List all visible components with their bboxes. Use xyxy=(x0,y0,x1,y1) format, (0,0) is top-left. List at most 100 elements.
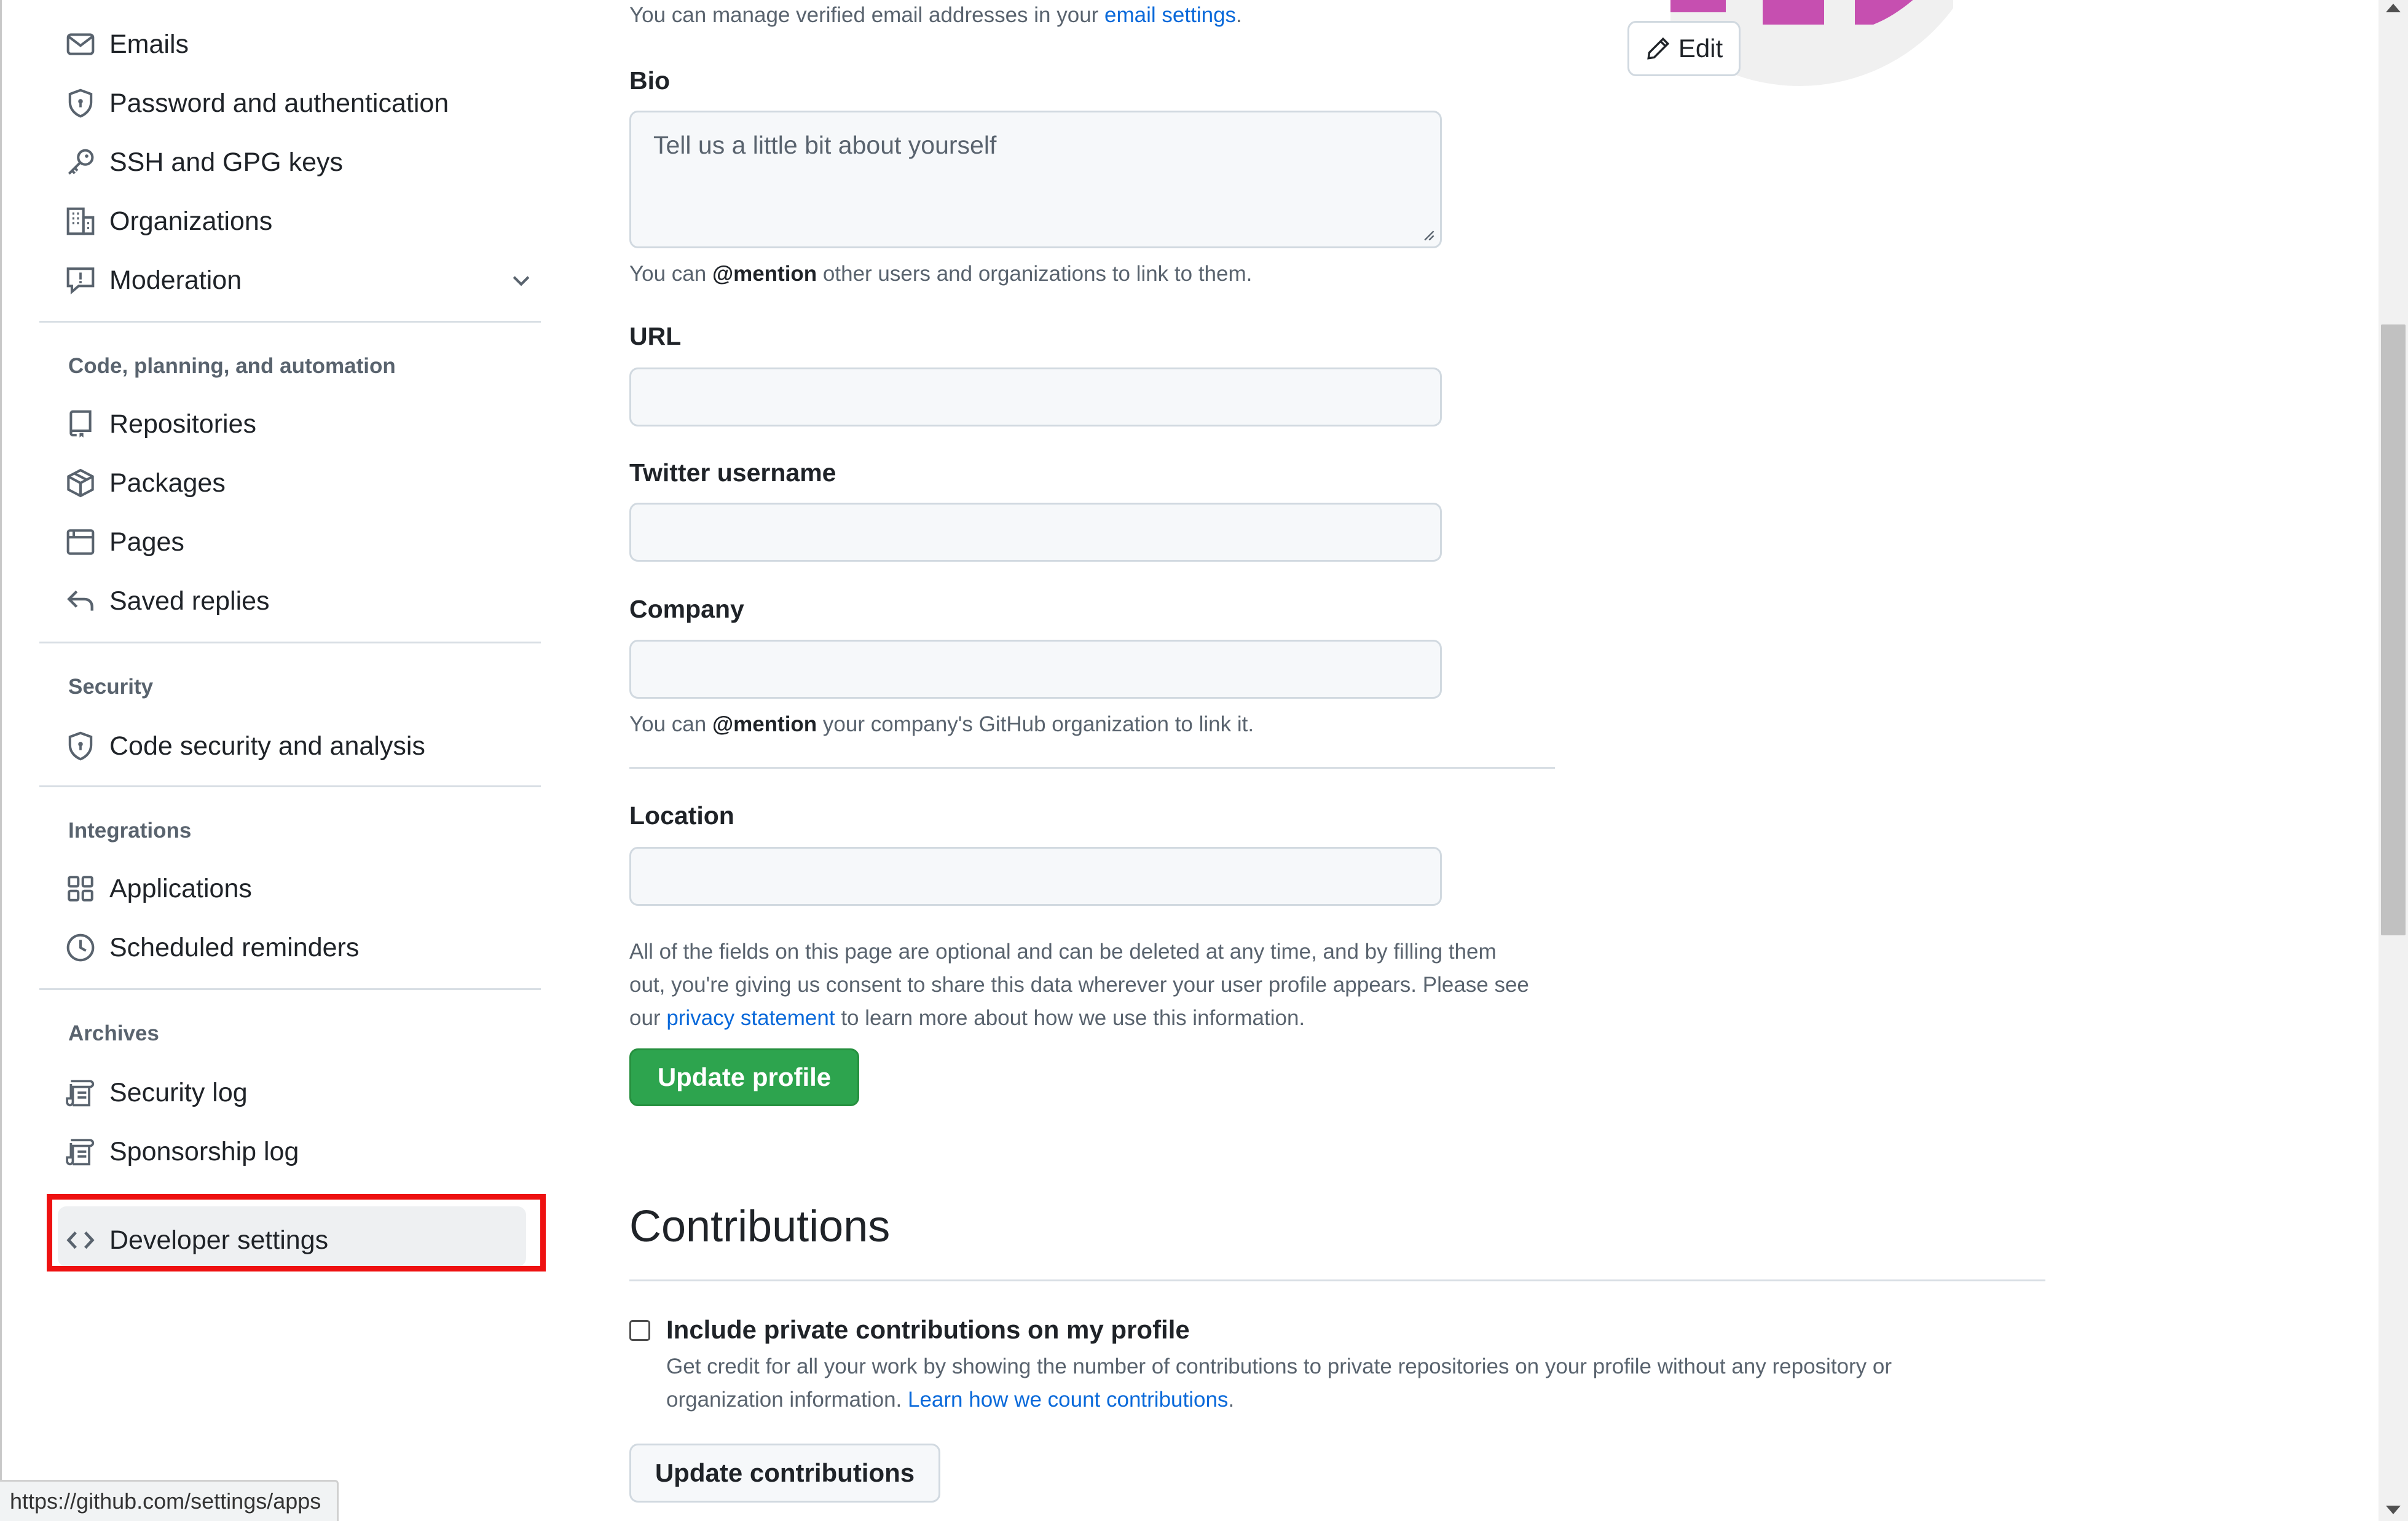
sidebar-section-title-security: Security xyxy=(68,675,154,699)
optional-fields-note: All of the fields on this page are optio… xyxy=(629,935,1564,1035)
scroll-down-arrow-icon[interactable] xyxy=(2386,1506,2401,1514)
sidebar-item-label: Saved replies xyxy=(109,586,270,616)
sidebar-item-saved-replies[interactable]: Saved replies xyxy=(64,576,543,626)
description-line: organization information. Learn how we c… xyxy=(666,1383,2080,1417)
sidebar-item-pages[interactable]: Pages xyxy=(64,517,543,567)
contributions-divider xyxy=(629,1279,2045,1281)
sidebar-item-label: Scheduled reminders xyxy=(109,932,360,962)
sidebar-item-label: Pages xyxy=(109,527,184,557)
profile-form: You can manage verified email addresses … xyxy=(629,0,2104,1521)
description-text: . xyxy=(1228,1388,1235,1412)
sidebar-item-label: Packages xyxy=(109,468,226,498)
url-label: URL xyxy=(629,322,682,350)
sidebar-item-password-authentication[interactable]: Password and authentication xyxy=(64,79,543,128)
description-text: organization information. xyxy=(666,1388,908,1412)
sidebar-item-moderation[interactable]: Moderation xyxy=(64,256,543,305)
sidebar-item-code-security[interactable]: Code security and analysis xyxy=(64,721,543,771)
note-text: to learn more about how we use this info… xyxy=(835,1006,1305,1030)
note-line: our privacy statement to learn more abou… xyxy=(629,1002,1564,1035)
report-icon xyxy=(64,264,97,297)
vertical-scrollbar[interactable] xyxy=(2378,0,2408,1521)
update-profile-button[interactable]: Update profile xyxy=(629,1048,859,1106)
sidebar-item-label: Moderation xyxy=(109,265,242,295)
sidebar-item-label: Organizations xyxy=(109,206,273,236)
log-icon xyxy=(64,1076,97,1109)
url-input[interactable] xyxy=(629,367,1442,426)
sidebar-item-label: Sponsorship log xyxy=(109,1136,299,1166)
privacy-statement-link[interactable]: privacy statement xyxy=(666,1006,835,1030)
sidebar-item-label: SSH and GPG keys xyxy=(109,147,343,177)
help-text: your company's GitHub organization to li… xyxy=(817,712,1254,736)
sidebar-divider xyxy=(39,785,541,787)
resize-grip-icon[interactable] xyxy=(1420,227,1435,242)
reply-icon xyxy=(64,584,97,618)
location-input[interactable] xyxy=(629,847,1442,906)
clock-icon xyxy=(64,931,97,964)
bio-placeholder: Tell us a little bit about yourself xyxy=(653,131,997,159)
sidebar-item-repositories[interactable]: Repositories xyxy=(64,399,543,449)
sidebar-item-emails[interactable]: Emails xyxy=(64,20,543,69)
sidebar-item-scheduled-reminders[interactable]: Scheduled reminders xyxy=(64,923,543,972)
package-icon xyxy=(64,466,97,500)
organization-icon xyxy=(64,205,97,238)
page-root: Emails Password and authentication SSH a… xyxy=(0,0,2408,1521)
help-text: You can xyxy=(629,712,712,736)
sidebar-item-ssh-gpg-keys[interactable]: SSH and GPG keys xyxy=(64,138,543,187)
mention-text: @mention xyxy=(712,712,817,736)
mail-icon xyxy=(64,28,97,61)
contributions-description: Get credit for all your work by showing … xyxy=(666,1350,2080,1417)
sidebar-item-packages[interactable]: Packages xyxy=(64,458,543,508)
status-url: https://github.com/settings/apps xyxy=(10,1488,321,1514)
private-contributions-checkbox[interactable] xyxy=(629,1320,650,1341)
sidebar-divider xyxy=(39,988,541,990)
bio-label: Bio xyxy=(629,66,671,95)
note-line: out, you're giving us consent to share t… xyxy=(629,973,1529,997)
email-settings-link[interactable]: email settings xyxy=(1104,3,1236,27)
sidebar-item-security-log[interactable]: Security log xyxy=(64,1068,543,1117)
twitter-username-label: Twitter username xyxy=(629,458,836,487)
sidebar-item-label: Emails xyxy=(109,29,189,59)
company-label: Company xyxy=(629,595,744,623)
sidebar-item-sponsorship-log[interactable]: Sponsorship log xyxy=(64,1127,543,1176)
sidebar-item-label: Applications xyxy=(109,873,252,903)
scrollbar-thumb[interactable] xyxy=(2381,324,2406,935)
shield-lock-icon xyxy=(64,87,97,120)
twitter-username-input[interactable] xyxy=(629,503,1442,562)
note-text: . xyxy=(1236,3,1242,27)
update-contributions-button[interactable]: Update contributions xyxy=(629,1444,940,1503)
edit-label: Edit xyxy=(1678,34,1723,63)
sidebar-item-label: Repositories xyxy=(109,409,256,439)
contributions-heading: Contributions xyxy=(629,1202,891,1251)
note-text: You can manage verified email addresses … xyxy=(629,3,1105,27)
email-settings-note: You can manage verified email addresses … xyxy=(629,0,1242,32)
note-text: our xyxy=(629,1006,667,1030)
browser-status-bar: https://github.com/settings/apps xyxy=(0,1480,339,1521)
help-text: You can xyxy=(629,262,712,286)
help-text: other users and organizations to link to… xyxy=(817,262,1253,286)
sidebar-item-organizations[interactable]: Organizations xyxy=(64,197,543,246)
browser-icon xyxy=(64,525,97,559)
company-input[interactable] xyxy=(629,640,1442,699)
mention-text: @mention xyxy=(712,262,817,286)
highlight-annotation-box xyxy=(47,1194,546,1271)
sidebar-item-applications[interactable]: Applications xyxy=(64,864,543,913)
shield-lock-icon xyxy=(64,729,97,763)
sidebar-divider xyxy=(39,642,541,643)
note-line: All of the fields on this page are optio… xyxy=(629,940,1497,964)
sidebar-item-label: Password and authentication xyxy=(109,88,449,118)
learn-contributions-link[interactable]: Learn how we count contributions xyxy=(908,1388,1228,1412)
location-label: Location xyxy=(629,801,734,830)
sidebar-section-title-integrations: Integrations xyxy=(68,819,192,843)
bio-textarea[interactable]: Tell us a little bit about yourself xyxy=(629,111,1442,248)
chevron-down-icon[interactable] xyxy=(506,265,536,295)
sidebar-section-title-archives: Archives xyxy=(68,1021,159,1045)
key-icon xyxy=(64,146,97,179)
apps-icon xyxy=(64,872,97,905)
scroll-up-arrow-icon[interactable] xyxy=(2386,4,2401,12)
description-line: Get credit for all your work by showing … xyxy=(666,1354,1892,1378)
company-help-text: You can @mention your company's GitHub o… xyxy=(629,708,1254,741)
sidebar-item-label: Security log xyxy=(109,1077,248,1107)
pencil-icon xyxy=(1647,37,1669,60)
edit-avatar-button[interactable]: Edit xyxy=(1627,21,1741,76)
private-contributions-label[interactable]: Include private contributions on my prof… xyxy=(666,1315,1190,1345)
